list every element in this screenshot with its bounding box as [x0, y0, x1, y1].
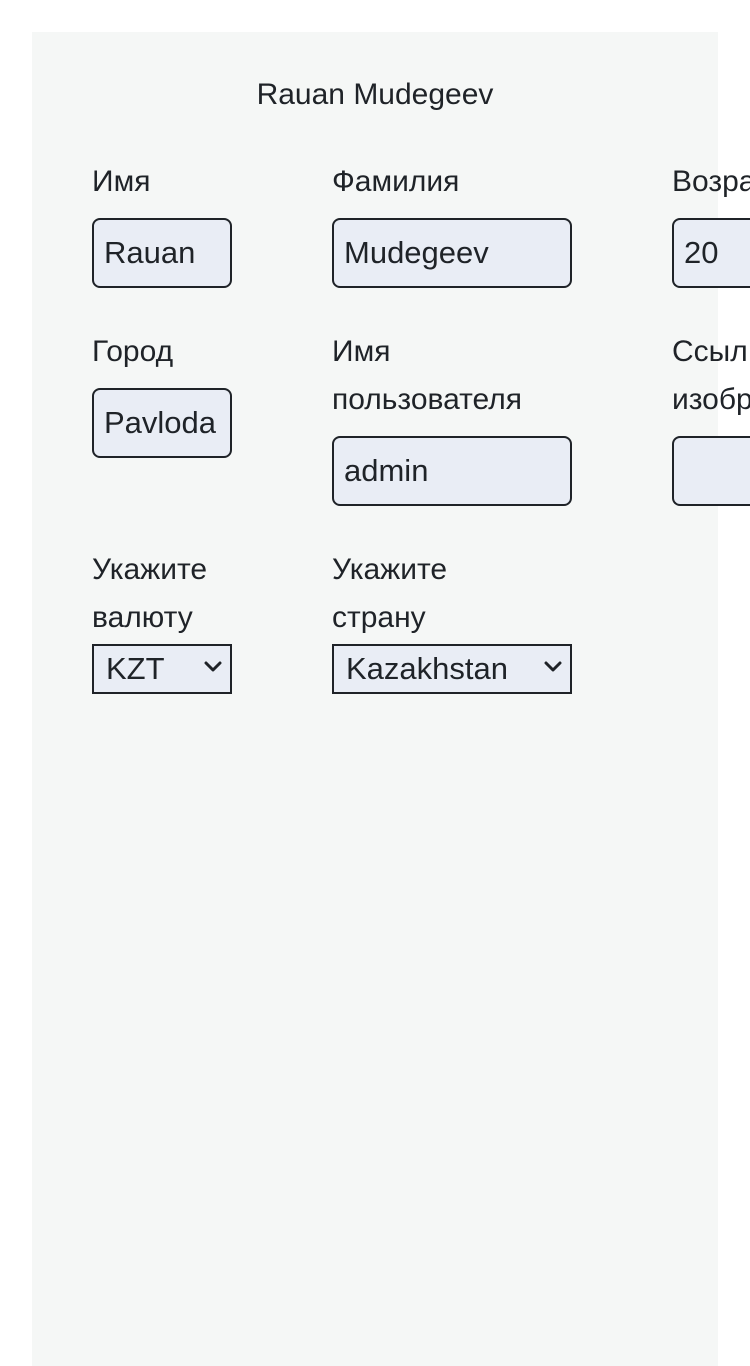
first-name-input[interactable]: Rauan [92, 218, 232, 288]
country-selected-value: Kazakhstan [346, 651, 508, 686]
city-input[interactable]: Pavloda [92, 388, 232, 458]
first-name-label: Имя [92, 165, 151, 198]
currency-selected-value: KZT [106, 651, 165, 686]
image-link-label-line2: изобр [672, 383, 750, 416]
country-label-line2: страну [332, 601, 426, 634]
chevron-down-icon [204, 661, 222, 672]
currency-label-line1: Укажите [92, 553, 208, 586]
username-label-line1: Имя [332, 335, 391, 368]
age-label: Возра [672, 165, 750, 198]
currency-label-line2: валюту [92, 601, 193, 634]
country-label-line1: Укажите [332, 553, 448, 586]
last-name-input[interactable]: Mudegeev [332, 218, 572, 288]
username-input[interactable]: admin [332, 436, 572, 506]
page-title: Rauan Mudegeev [256, 78, 494, 111]
age-input[interactable]: 20 [672, 218, 750, 288]
country-select[interactable]: Kazakhstan [332, 644, 572, 694]
last-name-label: Фамилия [332, 165, 460, 198]
image-link-label-line1: Ссыл [672, 335, 748, 368]
currency-select[interactable]: KZT [92, 644, 232, 694]
username-label-line2: пользователя [332, 383, 522, 416]
chevron-down-icon [544, 661, 562, 672]
image-link-input[interactable] [672, 436, 750, 506]
city-label: Город [92, 335, 174, 368]
